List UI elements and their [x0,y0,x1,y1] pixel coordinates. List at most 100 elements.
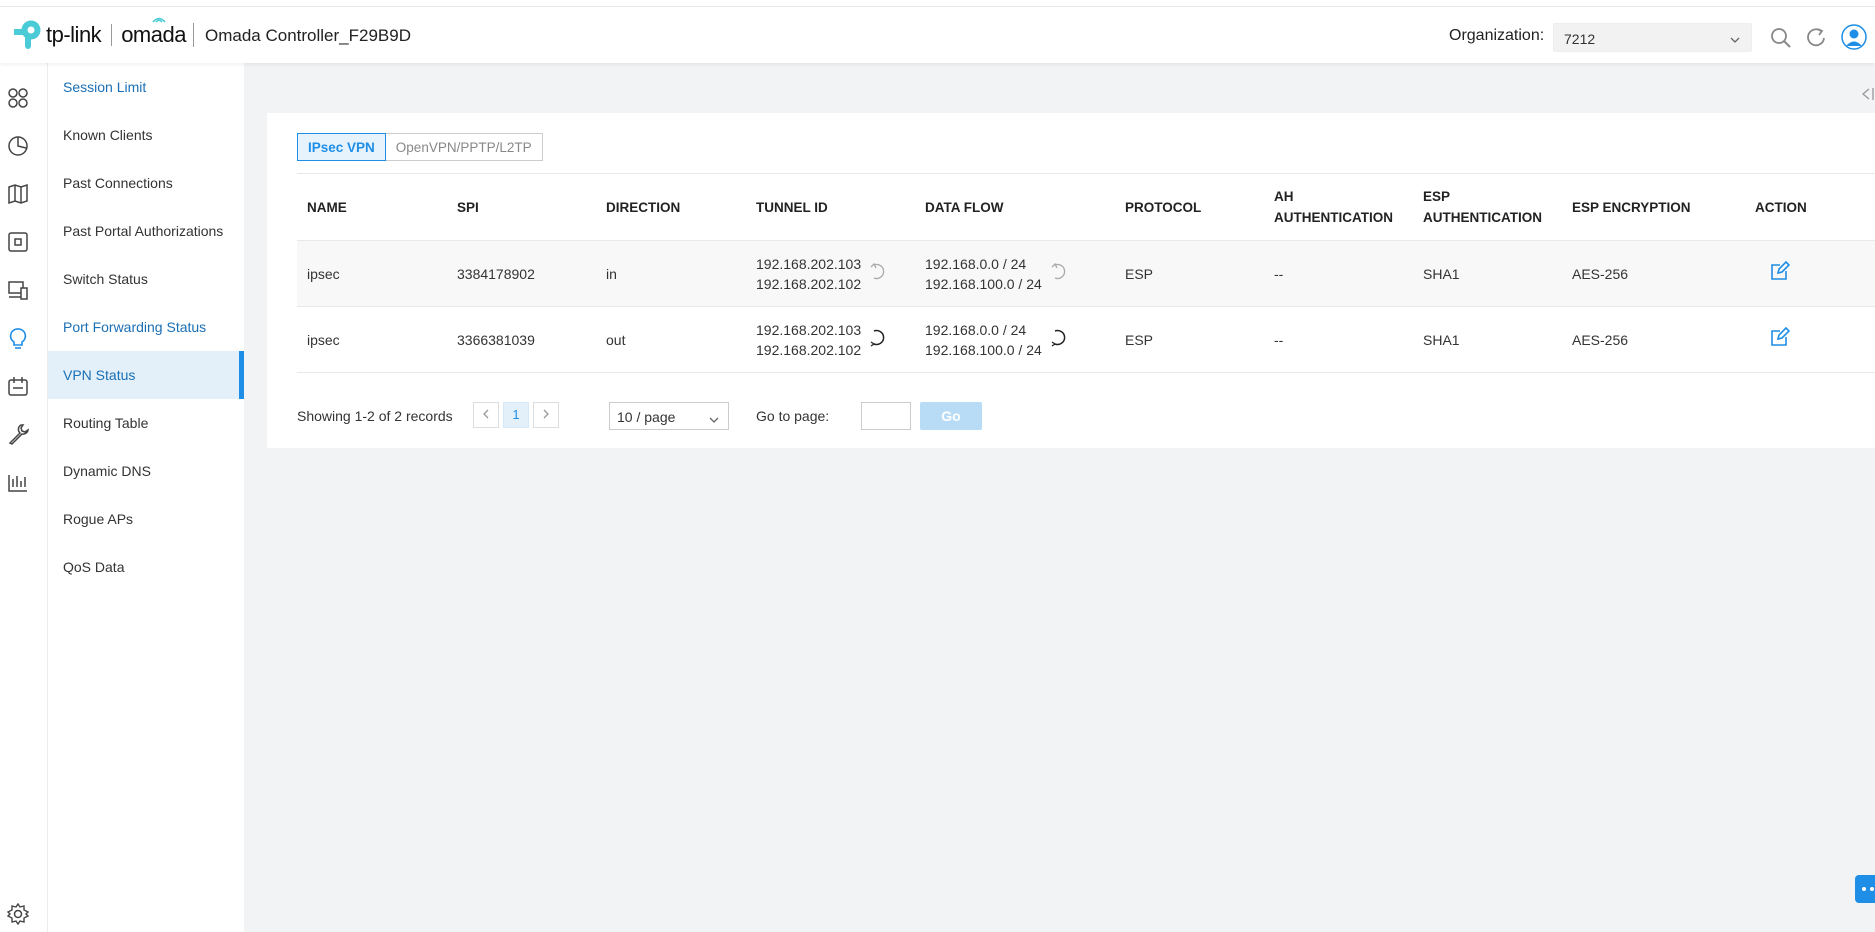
main-content: IPsec VPN OpenVPN/PPTP/L2TP NAME SPI DIR… [244,63,1875,932]
submenu-item-qos-data[interactable]: QoS Data [48,543,244,591]
chevron-right-icon [543,409,549,419]
brand-logo[interactable]: tp-link omada [10,17,186,49]
settings-icon[interactable] [6,902,30,926]
data-flow-pair: 192.168.0.0 / 24 192.168.100.0 / 24 [925,254,1042,294]
main-nav-iconbar [0,63,48,932]
submenu-item-known-clients[interactable]: Known Clients [48,111,244,159]
chevron-left-icon [483,409,489,419]
cell-esp-encryption: AES-256 [1572,331,1629,348]
submenu-item-session-limit[interactable]: Session Limit [48,63,244,111]
chat-support-button[interactable] [1855,875,1875,903]
statistics-icon[interactable] [7,135,29,157]
table-row[interactable]: ipsec 3366381039 out 192.168.202.103 192… [297,307,1875,373]
submenu-item-label: Past Connections [63,175,173,191]
cell-direction: in [606,265,617,282]
cell-protocol: ESP [1125,331,1154,348]
chevron-down-icon [708,412,720,428]
edit-icon[interactable] [1770,326,1791,352]
column-header-esp-authentication[interactable]: ESP AUTHENTICATION [1413,174,1562,241]
tools-icon[interactable] [7,423,30,445]
cell-name: ipsec [307,331,340,348]
organization-select[interactable]: 7212 [1553,23,1752,52]
submenu-item-switch-status[interactable]: Switch Status [48,255,244,303]
cell-spi: 3384178902 [457,265,535,282]
page-number-button[interactable]: 1 [503,402,529,428]
tunnel-local: 192.168.202.103 [756,255,862,272]
cell-protocol: ESP [1125,265,1154,282]
header-line: ESP [1423,189,1451,204]
submenu-item-label: Session Limit [63,79,147,95]
logs-icon[interactable] [7,375,29,397]
column-header-action: ACTION [1755,199,1807,215]
column-header-spi[interactable]: SPI [447,174,596,241]
refresh-icon[interactable] [1806,27,1828,54]
search-icon[interactable] [1770,27,1792,54]
insight-submenu: Session Limit Known Clients Past Connect… [48,63,244,932]
cell-esp-authentication: SHA1 [1423,265,1460,282]
tunnel-id-pair: 192.168.202.103 192.168.202.102 [756,320,861,360]
submenu-item-label: Routing Table [63,415,149,431]
reports-icon[interactable] [7,471,29,493]
table-row[interactable]: ipsec 3384178902 in 192.168.202.103 192.… [297,240,1875,307]
goto-page-input[interactable] [861,402,911,430]
tab-openvpn-pptp-l2tp[interactable]: OpenVPN/PPTP/L2TP [385,133,543,161]
page-size-select[interactable]: 10 / page [609,402,729,430]
user-avatar-icon[interactable] [1841,24,1867,55]
submenu-item-label: QoS Data [63,559,125,575]
submenu-item-routing-table[interactable]: Routing Table [48,399,244,447]
column-header-esp-encryption[interactable]: ESP ENCRYPTION [1562,174,1745,241]
column-header-protocol[interactable]: PROTOCOL [1115,174,1264,241]
cell-tunnel-id: 192.168.202.103 192.168.202.102 [746,241,915,307]
column-header-name[interactable]: NAME [297,174,447,241]
records-summary: Showing 1-2 of 2 records [297,408,453,424]
insight-icon[interactable] [7,327,29,349]
edit-icon[interactable] [1770,260,1791,286]
controller-name: Omada Controller_F29B9D [205,26,411,45]
submenu-item-label: Dynamic DNS [63,463,151,479]
tunnel-remote: 192.168.202.102 [756,275,862,292]
submenu-item-dynamic-dns[interactable]: Dynamic DNS [48,447,244,495]
top-strip [0,0,1875,7]
submenu-item-label: Port Forwarding Status [63,319,207,335]
page-size-value: 10 / page [617,409,676,425]
column-header-data-flow[interactable]: DATA FLOW [915,174,1115,241]
organization-value: 7212 [1564,31,1596,47]
flow-remote: 192.168.100.0 / 24 [925,341,1042,358]
cell-action [1745,307,1875,373]
tunnel-remote: 192.168.202.102 [756,341,862,358]
next-page-button[interactable] [533,402,559,428]
go-button[interactable]: Go [920,402,982,430]
column-header-direction[interactable]: DIRECTION [596,174,746,241]
brand-omada-label: omada [121,22,186,47]
tab-ipsec-vpn[interactable]: IPsec VPN [297,133,386,161]
column-header-ah-authentication[interactable]: AH AUTHENTICATION [1264,174,1413,241]
map-icon[interactable] [7,183,29,205]
omada-wave-icon [152,17,166,23]
outbound-arrow-icon [1050,327,1066,352]
submenu-item-label: Switch Status [63,271,148,287]
header-line: AUTHENTICATION [1423,210,1542,225]
inbound-arrow-icon [869,261,885,286]
vpn-type-tabs: IPsec VPN OpenVPN/PPTP/L2TP [297,133,543,161]
submenu-item-past-portal-authorizations[interactable]: Past Portal Authorizations [48,207,244,255]
header-line: AUTHENTICATION [1274,210,1393,225]
submenu-item-past-connections[interactable]: Past Connections [48,159,244,207]
devices-icon[interactable] [7,231,29,253]
outbound-arrow-icon [869,327,885,352]
cell-spi: 3366381039 [457,331,535,348]
header-line: AH [1274,189,1294,204]
submenu-item-label: VPN Status [63,367,136,383]
cell-direction: out [606,331,626,348]
dashboard-icon[interactable] [7,87,29,109]
flow-local: 192.168.0.0 / 24 [925,255,1027,272]
collapse-panel-icon[interactable] [1859,86,1875,107]
prev-page-button[interactable] [473,402,499,428]
column-header-tunnel-id[interactable]: TUNNEL ID [746,174,915,241]
cell-ah-authentication: -- [1274,265,1284,282]
cell-action [1745,241,1875,307]
submenu-item-vpn-status[interactable]: VPN Status [48,351,244,399]
submenu-item-rogue-aps[interactable]: Rogue APs [48,495,244,543]
submenu-item-port-forwarding-status[interactable]: Port Forwarding Status [48,303,244,351]
header: tp-link omada Omada Controller_F29B9D Or… [0,7,1875,63]
clients-icon[interactable] [7,279,29,301]
